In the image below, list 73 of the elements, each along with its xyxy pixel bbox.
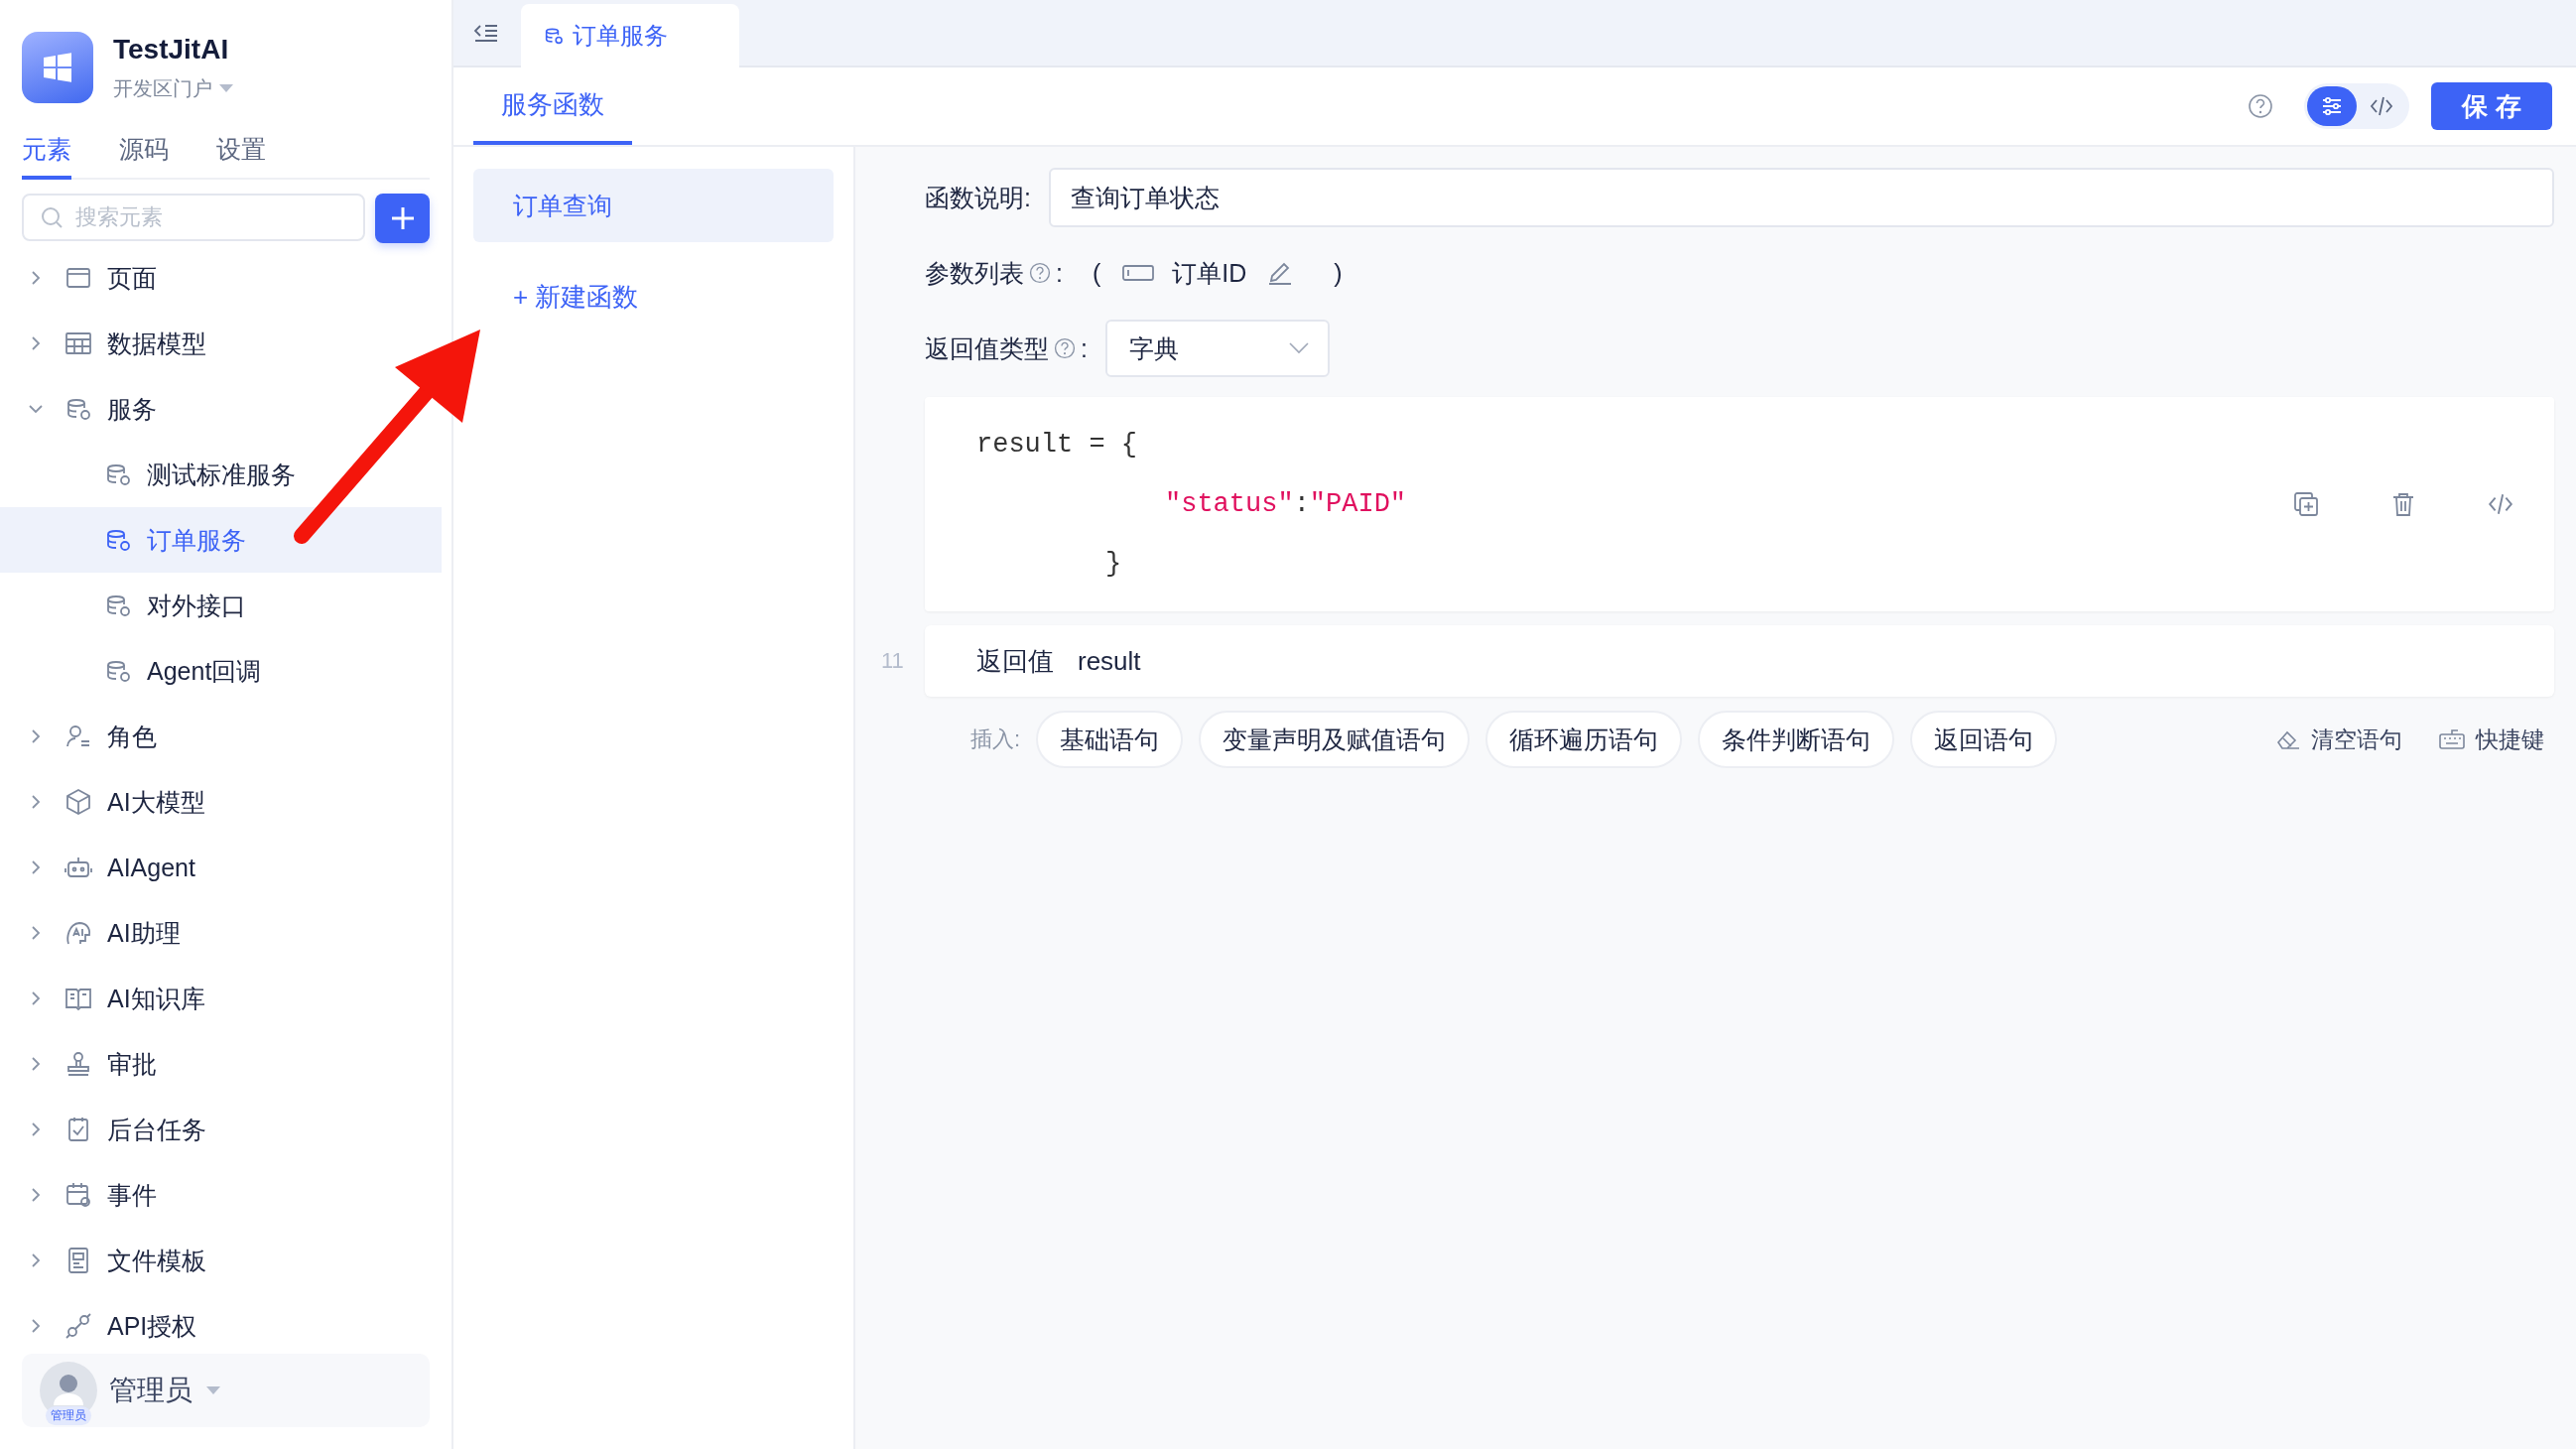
function-item[interactable]: 订单查询 (473, 169, 834, 242)
colon: : (1081, 333, 1088, 363)
code-line: result = { (976, 430, 1138, 460)
app-logo (22, 32, 93, 103)
paren: ( (1092, 258, 1101, 288)
caret-icon (218, 83, 234, 93)
sidebar-tab[interactable]: 设置 (216, 125, 266, 180)
tree-item[interactable]: Agent回调 (103, 654, 262, 688)
insert-chip[interactable]: 返回语句 (1910, 711, 2058, 768)
tree-item[interactable]: API授权 (26, 1309, 197, 1343)
functions-tab[interactable]: 服务函数 (473, 67, 632, 145)
save-button[interactable]: 保 存 (2431, 82, 2552, 130)
return-type-select[interactable]: 字典 (1104, 320, 1330, 377)
search-icon (40, 205, 64, 229)
user-card[interactable]: 管理员 管理员 (22, 1354, 430, 1427)
code-line: "status":"PAID" (1165, 489, 1407, 519)
tree-item[interactable]: 后台任务 (26, 1113, 206, 1146)
tree-item[interactable]: 页面 (26, 261, 157, 295)
keyboard-icon (2438, 728, 2466, 750)
help-icon[interactable] (1028, 261, 1052, 285)
add-button[interactable] (375, 194, 430, 243)
role-badge: 管理员 (46, 1406, 91, 1425)
field-label: 参数列表 (925, 257, 1024, 289)
editor-tab[interactable]: 订单服务 (521, 4, 739, 67)
description-field[interactable]: 查询订单状态 (1048, 168, 2554, 227)
insert-chip[interactable]: 条件判断语句 (1698, 711, 1895, 768)
clear-button[interactable]: 清空语句 (2275, 724, 2402, 755)
settings-toggle[interactable] (2307, 86, 2357, 126)
tree-item[interactable]: AI大模型 (26, 785, 205, 819)
help-icon[interactable] (2247, 92, 2274, 120)
tree-item[interactable]: 文件模板 (26, 1244, 206, 1277)
shortcuts-button[interactable]: 快捷键 (2438, 724, 2544, 755)
insert-chip[interactable]: 变量声明及赋值语句 (1199, 711, 1471, 768)
help-icon[interactable] (1053, 336, 1077, 360)
calendar-icon (64, 1180, 93, 1210)
colon: : (1056, 258, 1063, 288)
user-name: 管理员 (109, 1374, 193, 1407)
insert-chip[interactable]: 基础语句 (1036, 711, 1184, 768)
tree-item[interactable]: 对外接口 (103, 589, 246, 622)
param-name: 订单ID (1172, 257, 1247, 289)
tree-item[interactable]: 测试标准服务 (103, 458, 296, 491)
tree-item[interactable]: 事件 (26, 1178, 157, 1212)
new-function-link[interactable]: + 新建函数 (513, 280, 834, 315)
tree-item[interactable]: AI知识库 (26, 982, 205, 1015)
tree-item[interactable]: 服务 (26, 392, 157, 426)
return-value: result (1078, 645, 1141, 677)
model-icon (64, 787, 93, 817)
tree-item[interactable]: 数据模型 (26, 327, 206, 360)
field-label: 返回值类型 (925, 332, 1049, 364)
eraser-icon (2275, 728, 2301, 750)
code-line: } (1105, 549, 1122, 579)
sidebar-tab[interactable]: 元素 (22, 125, 71, 180)
field-label: 函数说明: (925, 182, 1031, 213)
tree-item[interactable]: 角色 (26, 720, 157, 753)
paren: ) (1334, 258, 1343, 288)
app-name: TestJitAI (113, 33, 230, 66)
plug-icon (64, 1311, 93, 1341)
tree-item[interactable]: 审批 (26, 1047, 157, 1081)
tree-item[interactable]: AI助理 (26, 916, 181, 950)
tree-item[interactable]: AIAgent (26, 853, 195, 882)
field-icon (1122, 263, 1155, 283)
tree-item[interactable]: 订单服务 (103, 523, 246, 557)
chevron-icon (1287, 341, 1310, 355)
insert-chip[interactable]: 循环遍历语句 (1485, 711, 1683, 768)
return-keyword: 返回值 (976, 644, 1054, 678)
plus-icon (389, 205, 416, 231)
copy-icon[interactable] (2292, 490, 2320, 518)
insert-label: 插入: (970, 725, 1021, 753)
caret-icon (204, 1385, 222, 1395)
sidebar-tab[interactable]: 源码 (119, 125, 169, 180)
portal-switcher[interactable]: 开发区门户 (113, 74, 234, 102)
search-field[interactable]: 搜索元素 (22, 194, 365, 241)
line-number: 11 (881, 648, 905, 674)
